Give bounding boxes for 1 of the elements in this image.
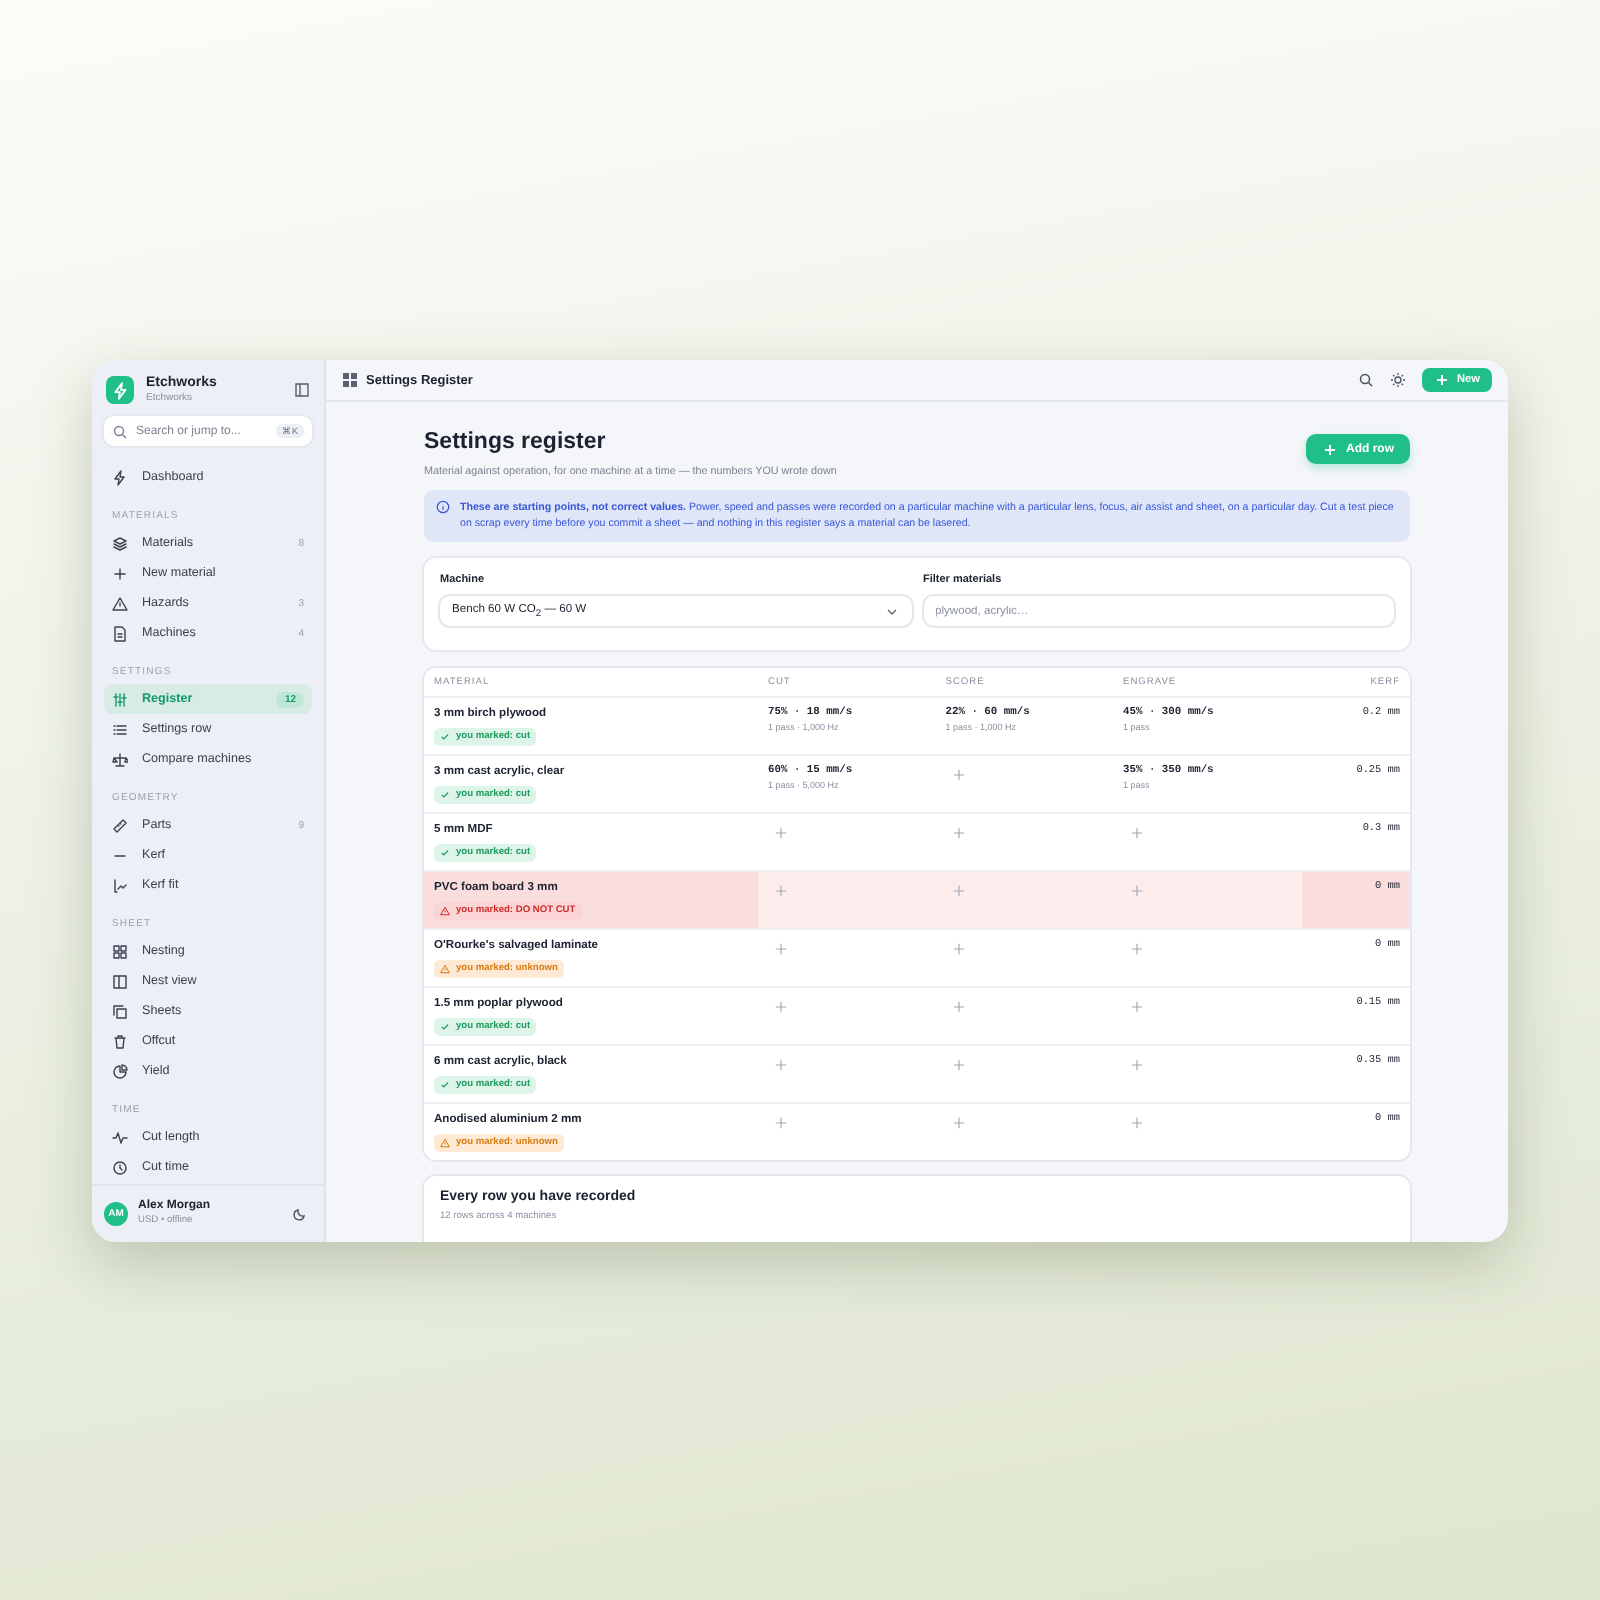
- page-title: Settings register: [424, 430, 608, 454]
